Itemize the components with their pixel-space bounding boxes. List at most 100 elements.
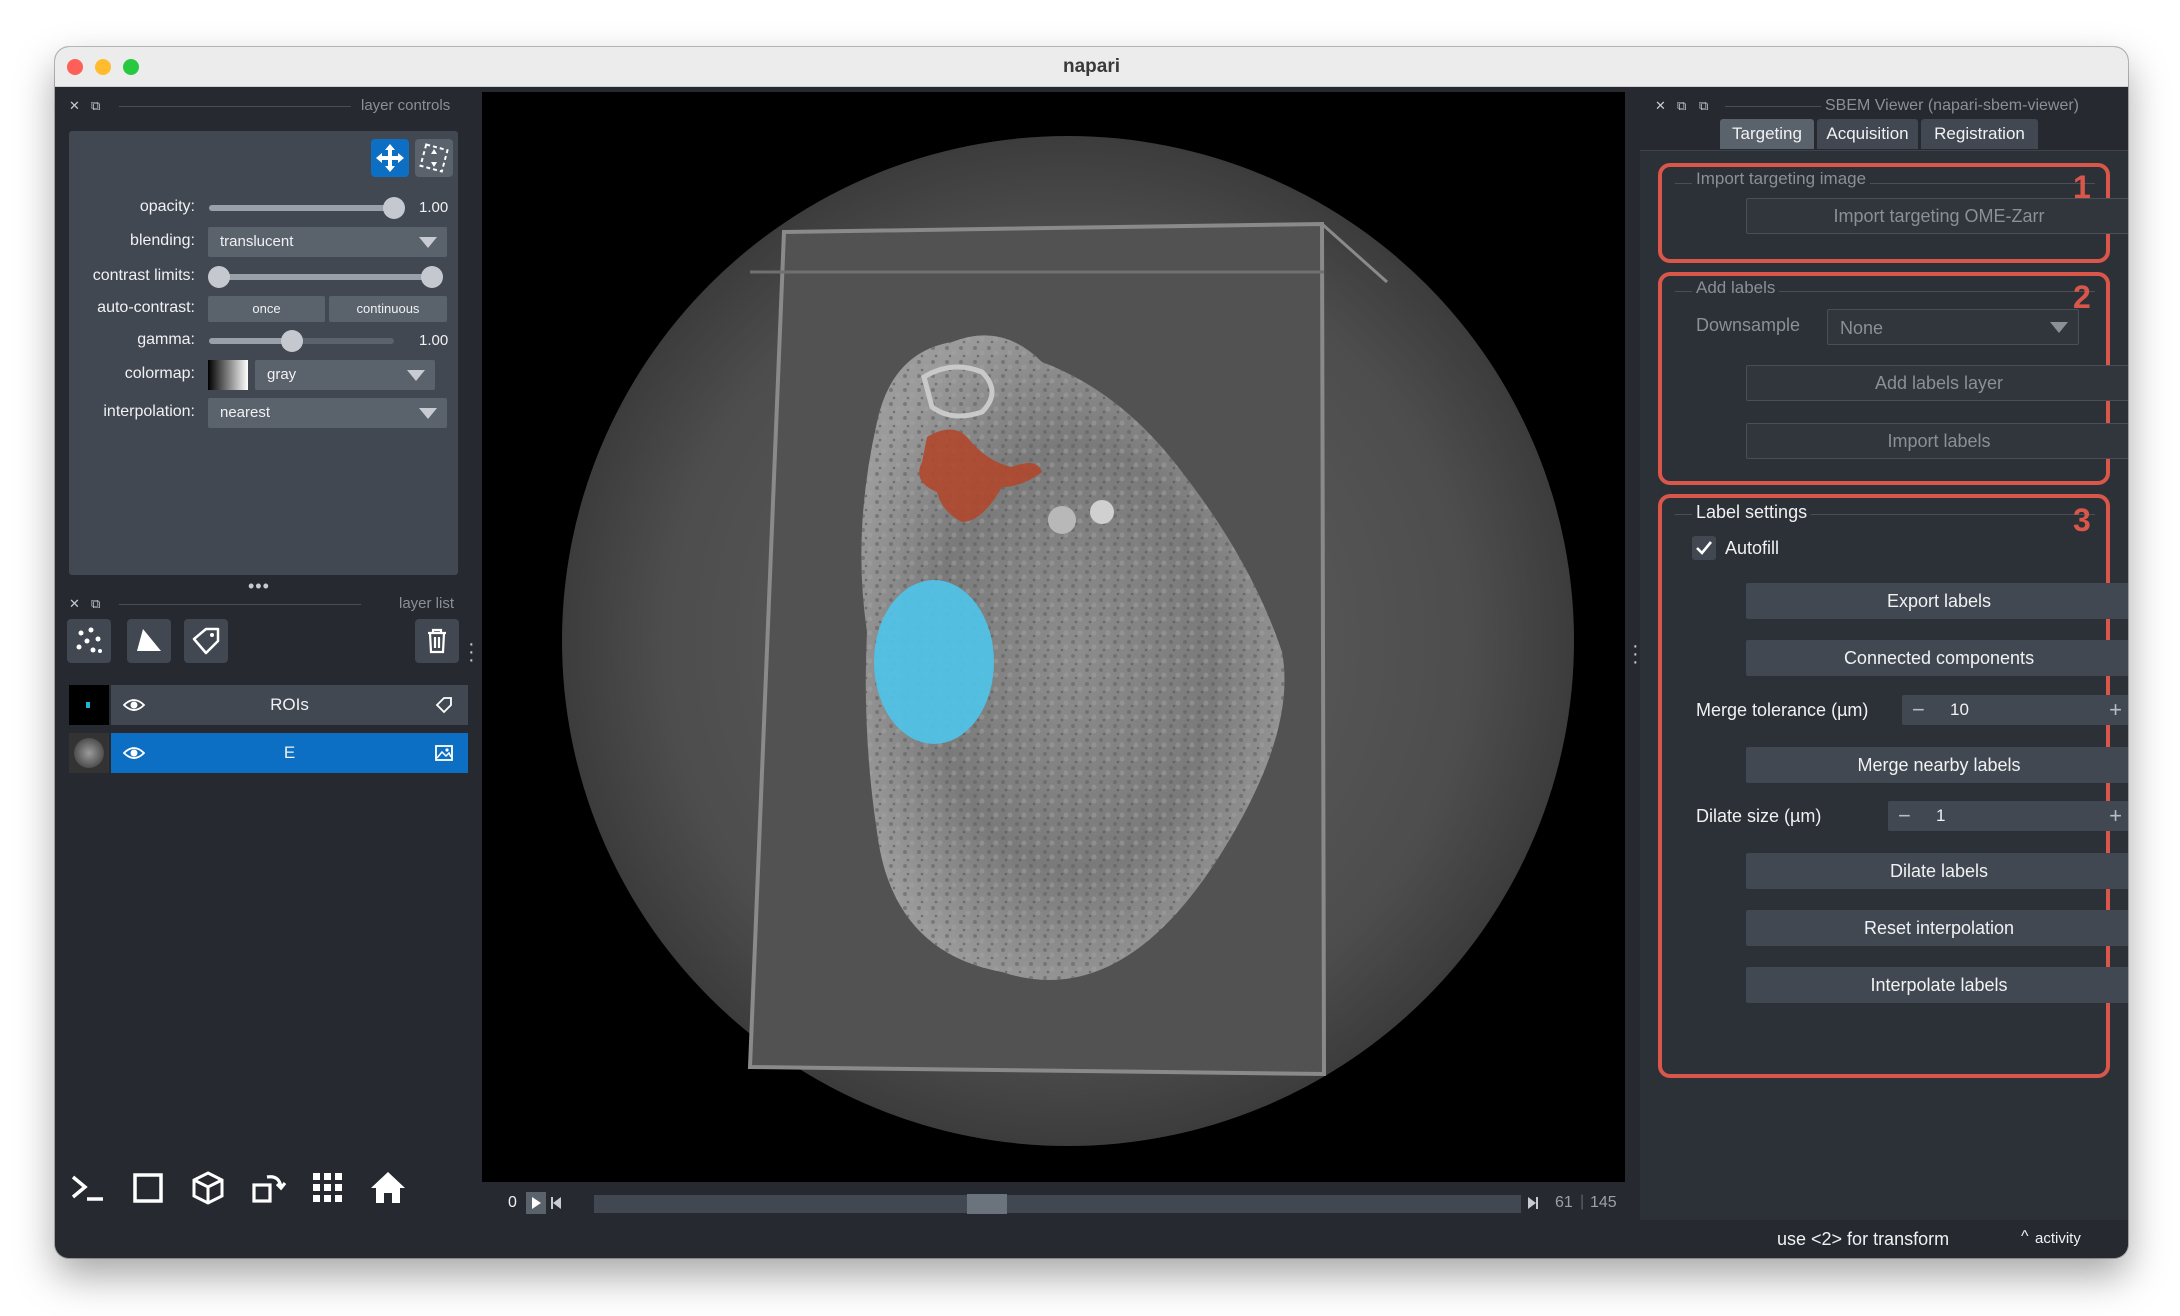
tab-acquisition[interactable]: Acquisition <box>1817 119 1918 149</box>
step-back-icon[interactable] <box>548 1192 564 1214</box>
autocontrast-once-button[interactable]: once <box>208 296 325 322</box>
contrast-limits-slider[interactable] <box>208 266 443 288</box>
transpose-dims-button[interactable] <box>245 1165 291 1211</box>
viewer-canvas[interactable] <box>482 92 1625 1182</box>
float-dock-icon[interactable]: ⧉ <box>1677 98 1686 114</box>
chevron-up-icon[interactable]: ^ <box>2021 1228 2029 1246</box>
checkmark-icon <box>1696 541 1713 555</box>
downsample-dropdown[interactable]: None <box>1827 309 2079 345</box>
layer-list-header: ✕ ⧉ layer list <box>69 593 458 615</box>
dims-separator: | <box>1580 1193 1585 1210</box>
colormap-row: colormap: gray <box>69 360 458 390</box>
import-targeting-group-title: Import targeting image <box>1692 169 1871 189</box>
layer-row-e[interactable]: E <box>69 733 468 773</box>
close-dock-icon[interactable]: ✕ <box>1655 98 1666 114</box>
autofill-checkbox[interactable] <box>1692 536 1716 560</box>
layer-list-title: layer list <box>399 595 455 612</box>
transform-button[interactable] <box>415 139 453 177</box>
grid-icon <box>313 1173 342 1202</box>
title-bar: napari <box>55 47 2128 87</box>
close-dock-icon[interactable]: ✕ <box>69 596 80 612</box>
layer-controls-header: ✕ ⧉ layer controls <box>69 95 458 117</box>
dims-slider-bar: 0 61 | 145 <box>482 1184 1625 1224</box>
add-labels-layer-button[interactable]: Add labels layer <box>1746 365 2128 401</box>
contrast-label: contrast limits: <box>92 267 195 284</box>
dims-total-frames: 145 <box>1590 1194 1617 1211</box>
minus-icon[interactable]: − <box>1912 697 1925 723</box>
dock-resize-handle[interactable]: · · · <box>468 634 475 670</box>
hide-dock-icon[interactable]: ⧉ <box>1699 98 1708 114</box>
layer-row-rois[interactable]: ROIs <box>69 685 468 725</box>
labels-tag-icon <box>192 627 220 655</box>
close-dock-icon[interactable]: ✕ <box>69 98 80 114</box>
merge-tolerance-spinbox[interactable]: − 10 + <box>1902 695 2128 725</box>
contrast-min-handle[interactable] <box>208 266 230 288</box>
reset-view-button[interactable] <box>365 1165 411 1211</box>
dilate-size-spinbox[interactable]: − 1 + <box>1888 801 2128 831</box>
gamma-slider-handle[interactable] <box>281 330 303 352</box>
tab-registration[interactable]: Registration <box>1921 119 2038 149</box>
new-labels-layer-button[interactable] <box>184 619 228 663</box>
dims-slider-track[interactable] <box>594 1194 1521 1214</box>
gamma-slider[interactable] <box>209 330 394 352</box>
dilate-size-value: 1 <box>1936 806 1946 825</box>
colormap-value: gray <box>267 366 297 383</box>
import-targeting-ome-zarr-button[interactable]: Import targeting OME-Zarr <box>1746 198 2128 234</box>
points-icon <box>76 627 102 653</box>
interpolate-labels-button[interactable]: Interpolate labels <box>1746 967 2128 1003</box>
new-points-layer-button[interactable] <box>67 619 111 663</box>
plus-icon[interactable]: + <box>2109 803 2122 829</box>
autocontrast-continuous-button[interactable]: continuous <box>329 296 447 322</box>
connected-components-button[interactable]: Connected components <box>1746 640 2128 676</box>
interpolation-dropdown[interactable]: nearest <box>208 398 447 428</box>
toggle-ndisplay-button[interactable] <box>125 1165 171 1211</box>
pan-zoom-button[interactable] <box>371 139 409 177</box>
float-dock-icon[interactable]: ⧉ <box>91 98 100 114</box>
contrast-row: contrast limits: <box>69 262 458 292</box>
contrast-max-handle[interactable] <box>421 266 443 288</box>
activity-button[interactable]: activity <box>2035 1230 2081 1247</box>
status-hint: use <2> for transform <box>1777 1229 1950 1249</box>
interpolation-label: interpolation: <box>103 403 195 420</box>
transform-icon <box>419 143 449 173</box>
step-forward-icon[interactable] <box>1525 1192 1541 1214</box>
minus-icon[interactable]: − <box>1898 803 1911 829</box>
console-button[interactable] <box>65 1165 111 1211</box>
image-icon <box>435 745 453 761</box>
opacity-slider-handle[interactable] <box>383 197 405 219</box>
tab-targeting[interactable]: Targeting <box>1720 119 1814 149</box>
dock-resize-handle[interactable]: · · · <box>1632 636 1639 672</box>
napari-window: napari ✕ ⧉ layer controls opacity: 1.00 … <box>55 47 2128 1258</box>
image-view[interactable] <box>482 92 1625 1182</box>
interpolation-row: interpolation: nearest <box>69 398 458 428</box>
dims-slider-handle[interactable] <box>967 1194 1007 1214</box>
opacity-slider[interactable] <box>209 197 405 219</box>
roll-dims-button[interactable] <box>185 1165 231 1211</box>
plus-icon[interactable]: + <box>2109 697 2122 723</box>
delete-layer-button[interactable] <box>415 619 459 663</box>
blending-dropdown[interactable]: translucent <box>208 227 447 257</box>
blending-row: blending: translucent <box>69 227 458 257</box>
colormap-swatch <box>208 360 248 390</box>
float-dock-icon[interactable]: ⧉ <box>91 596 100 612</box>
dilate-labels-button[interactable]: Dilate labels <box>1746 853 2128 889</box>
gamma-row: gamma: 1.00 <box>69 326 458 356</box>
opacity-label: opacity: <box>139 198 195 215</box>
colormap-label: colormap: <box>124 365 195 382</box>
layer-row-body: E <box>111 733 468 773</box>
export-labels-button[interactable]: Export labels <box>1746 583 2128 619</box>
colormap-dropdown[interactable]: gray <box>255 360 435 390</box>
import-labels-button[interactable]: Import labels <box>1746 423 2128 459</box>
plugin-dock-header: ✕ ⧉ ⧉ SBEM Viewer (napari-sbem-viewer) <box>1655 95 2128 117</box>
reset-interpolation-button[interactable]: Reset interpolation <box>1746 910 2128 946</box>
new-shapes-layer-button[interactable] <box>127 619 171 663</box>
opacity-value: 1.00 <box>419 199 449 216</box>
plugin-title: SBEM Viewer (napari-sbem-viewer) <box>1825 97 2079 114</box>
play-icon[interactable] <box>526 1192 546 1214</box>
downsample-label: Downsample <box>1696 315 1801 335</box>
autofill-label: Autofill <box>1725 538 1780 558</box>
gamma-label: gamma: <box>137 331 195 348</box>
layer-controls-panel: opacity: 1.00 blending: translucent cont… <box>69 131 458 575</box>
grid-view-button[interactable] <box>305 1165 351 1211</box>
merge-nearby-labels-button[interactable]: Merge nearby labels <box>1746 747 2128 783</box>
